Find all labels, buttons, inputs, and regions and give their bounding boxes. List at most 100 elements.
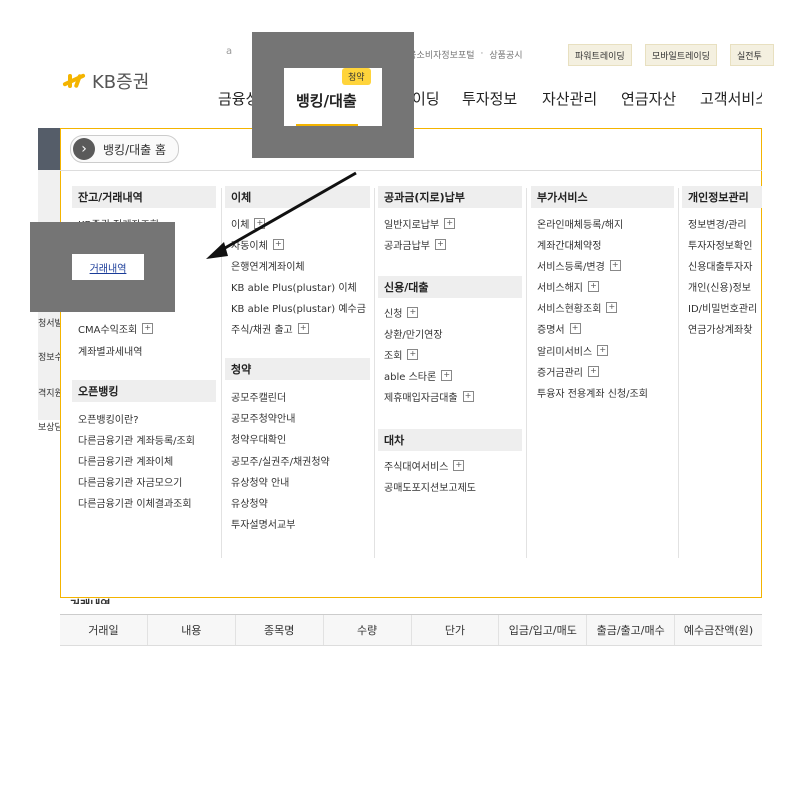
plus-icon[interactable]: +: [142, 322, 154, 334]
menu-item-short-report[interactable]: 공매도포지션보고제도: [384, 478, 476, 494]
menu-item-service-status[interactable]: 서비스현황조회 +: [537, 299, 618, 315]
menu-item-id-password[interactable]: ID/비밀번호관리: [688, 299, 757, 315]
plus-icon[interactable]: +: [254, 217, 266, 229]
menu-item-service-cancel[interactable]: 서비스해지 +: [537, 278, 599, 294]
plus-icon[interactable]: +: [441, 369, 453, 381]
menu-item-auto-transfer[interactable]: 자동이체 +: [231, 236, 284, 252]
menu-item-service-register[interactable]: 서비스등록/변경 +: [537, 257, 621, 273]
kb-logo[interactable]: KB증권: [60, 68, 149, 94]
nav-item-banking-loan-label: 뱅킹/대출: [296, 92, 357, 110]
menu-item-other-result[interactable]: 다른금융기관 이체결과조회: [78, 494, 192, 510]
plus-icon[interactable]: +: [588, 280, 599, 292]
menu-header-addon[interactable]: 부가서비스: [531, 186, 674, 208]
menu-item-credit-investor[interactable]: 신용대출투자자: [688, 257, 752, 273]
menu-item-general-giro[interactable]: 일반지로납부 +: [384, 215, 456, 231]
menu-item-ipo-guide[interactable]: 공모주청약안내: [231, 409, 295, 425]
plus-icon[interactable]: +: [407, 306, 419, 318]
nav-item-invest-info[interactable]: 투자정보: [462, 88, 517, 114]
menu-header-giro[interactable]: 공과금(지로)납부: [378, 186, 522, 208]
strip-label-4[interactable]: 보상담: [38, 420, 60, 433]
menu-item-transfer[interactable]: 이체 +: [231, 215, 266, 231]
menu-item-rights[interactable]: 유상청약: [231, 494, 268, 510]
banking-home-label: 뱅킹/대출 홈: [103, 142, 167, 157]
strip-label-2[interactable]: 정보수: [38, 350, 60, 363]
util-link-disclosure[interactable]: 상품공시: [489, 48, 522, 61]
menu-item-transactions[interactable]: 거래내역: [72, 254, 144, 280]
mobile-trading-button[interactable]: 모바일트레이딩: [645, 44, 717, 66]
menu-item-able-deposit[interactable]: KB able Plus(plustar) 예수금: [231, 299, 366, 315]
power-trading-button[interactable]: 파워트레이딩: [568, 44, 632, 66]
menu-item-margin[interactable]: 증거금관리 +: [537, 363, 599, 379]
real-trading-button[interactable]: 실전투: [730, 44, 774, 66]
menu-header-balance[interactable]: 잔고/거래내역: [72, 186, 216, 208]
menu-item-credit-apply[interactable]: 신청 +: [384, 304, 419, 320]
menu-item-ipo-calendar[interactable]: 공모주캘린더: [231, 388, 286, 404]
menu-item-info-change[interactable]: 정보변경/관리: [688, 215, 747, 231]
nav-item-customer-service[interactable]: 고객서비스: [700, 88, 762, 114]
menu-item-investor-info[interactable]: 투자자정보확인: [688, 236, 752, 252]
menu-header-transfer[interactable]: 이체: [225, 186, 370, 208]
menu-item-able-starloan[interactable]: able 스타론 +: [384, 367, 453, 383]
menu-item-certificate[interactable]: 증명서 +: [537, 320, 581, 336]
col-balance: 예수금잔액(원): [683, 624, 754, 637]
menu-item-other-gather[interactable]: 다른금융기관 자금모으기: [78, 473, 182, 489]
menu-item-pension-virtual[interactable]: 연금가상계좌찾: [688, 320, 752, 336]
plus-icon[interactable]: +: [588, 365, 599, 377]
plus-icon[interactable]: +: [435, 238, 446, 250]
col-stock: 종목명: [236, 615, 324, 645]
menu-item-alert[interactable]: 알리미서비스 +: [537, 342, 609, 358]
col-price: 단가: [412, 615, 500, 645]
menu-item-preference[interactable]: 청약우대확인: [231, 430, 286, 446]
banking-home-button[interactable]: › 뱅킹/대출 홈: [70, 135, 180, 163]
menu-item-personal-credit[interactable]: 개인(신용)정보: [688, 278, 751, 294]
menu-header-openbanking[interactable]: 오픈뱅킹: [72, 380, 216, 402]
menu-item-able-transfer[interactable]: KB able Plus(plustar) 이체: [231, 278, 357, 294]
nav-item-trading[interactable]: 이딩: [412, 88, 440, 114]
menu-item-tax[interactable]: 계좌별과세내역: [78, 342, 142, 358]
plus-icon[interactable]: +: [407, 348, 419, 360]
menu-item-online-media[interactable]: 온라인매체등록/해지: [537, 215, 623, 231]
kb-star-icon: [60, 70, 88, 92]
chevron-right-icon: ›: [73, 138, 95, 160]
menu-item-investment-account[interactable]: 투융자 전용계좌 신청/조회: [537, 384, 648, 400]
plus-icon[interactable]: +: [453, 459, 465, 471]
menu-item-bank-linked[interactable]: 은행연계계좌이체: [231, 257, 305, 273]
plus-icon[interactable]: +: [569, 322, 581, 334]
plus-icon[interactable]: +: [272, 238, 284, 250]
nav-item-pension[interactable]: 연금자산: [621, 88, 676, 114]
menu-item-ipo-subscribe[interactable]: 공모주/실권주/채권청약: [231, 452, 330, 468]
strip-label-3[interactable]: 격지원: [38, 386, 60, 399]
plus-icon[interactable]: +: [444, 217, 456, 229]
nav-item-asset-mgmt[interactable]: 자산관리: [542, 88, 597, 114]
menu-item-credit-inquiry[interactable]: 조회 +: [384, 346, 419, 362]
menu-header-subscription[interactable]: 청약: [225, 358, 370, 380]
col-divider: [526, 188, 527, 558]
util-letter: a: [226, 46, 233, 57]
menu-item-utility[interactable]: 공과금납부 +: [384, 236, 446, 252]
menu-item-repay[interactable]: 상환/만기연장: [384, 325, 443, 341]
menu-item-stock-out[interactable]: 주식/채권 출고 +: [231, 320, 309, 336]
col-qty: 수량: [324, 615, 412, 645]
menu-item-rights-guide[interactable]: 유상청약 안내: [231, 473, 289, 489]
menu-header-credit[interactable]: 신용/대출: [378, 276, 522, 298]
menu-header-personal-info[interactable]: 개인정보관리: [682, 186, 762, 208]
menu-item-prospectus[interactable]: 투자설명서교부: [231, 515, 295, 531]
menu-item-cma[interactable]: CMA수익조회 +: [78, 320, 154, 336]
plus-icon[interactable]: +: [597, 344, 609, 356]
plus-icon[interactable]: +: [462, 390, 474, 402]
menu-item-other-transfer[interactable]: 다른금융기관 계좌이체: [78, 452, 173, 468]
nav-item-financial-products[interactable]: 금융상: [218, 88, 252, 114]
nav-active-underline: [296, 124, 358, 126]
menu-item-account-transfer-agree[interactable]: 계좌간대체약정: [537, 236, 601, 252]
transaction-table-header: 거래일 내용 종목명 수량 단가 입금/입고/매도 출금/출고/매수 예수금잔액…: [60, 614, 762, 646]
plus-icon[interactable]: +: [609, 259, 621, 271]
left-strip-dark: [38, 128, 60, 170]
menu-header-lending[interactable]: 대차: [378, 429, 522, 451]
menu-item-openbanking-about[interactable]: 오픈뱅킹이란?: [78, 410, 139, 426]
menu-item-partner-loan[interactable]: 제휴매입자금대출 +: [384, 388, 474, 404]
plus-icon[interactable]: +: [297, 322, 309, 334]
menu-item-other-register[interactable]: 다른금융기관 계좌등록/조회: [78, 431, 195, 447]
menu-item-stock-lending[interactable]: 주식대여서비스 +: [384, 457, 465, 473]
strip-label-1[interactable]: 청서발: [38, 316, 60, 329]
plus-icon[interactable]: +: [606, 301, 618, 313]
